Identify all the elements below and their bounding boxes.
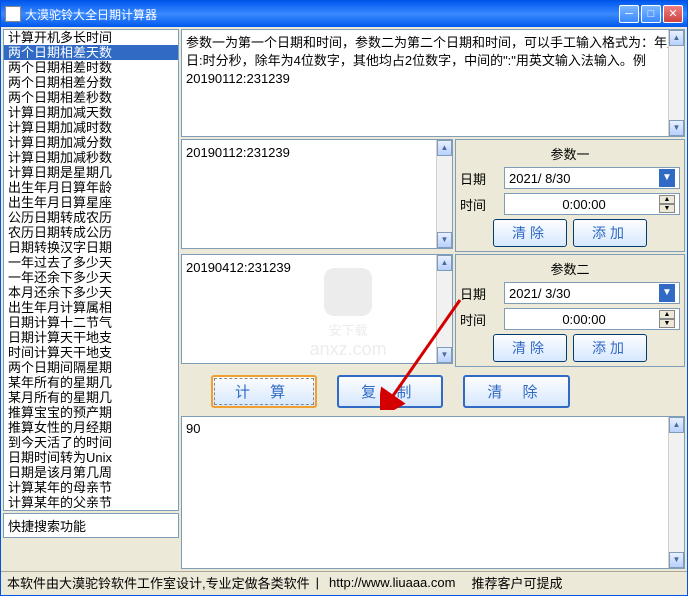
dropdown-icon[interactable]: ▼	[659, 284, 675, 302]
scroll-down-icon[interactable]: ▼	[669, 552, 684, 568]
titlebar: 大漠驼铃大全日期计算器 ─ □ ✕	[1, 1, 687, 27]
param2-clear-button[interactable]: 清除	[493, 334, 567, 362]
sidebar-item[interactable]: 某月所有的星期几	[4, 390, 178, 405]
param1-date-input[interactable]: 2021/ 8/30 ▼	[504, 167, 680, 189]
param1-date-value: 2021/ 8/30	[509, 171, 659, 186]
sidebar-item[interactable]: 日期时间转为Unix	[4, 450, 178, 465]
scrollbar[interactable]: ▲ ▼	[668, 30, 684, 136]
sidebar-item[interactable]: 推算宝宝的预产期	[4, 405, 178, 420]
spin-down-icon[interactable]: ▼	[659, 204, 675, 213]
sidebar-item[interactable]: 计算日期加减时数	[4, 120, 178, 135]
sidebar-item[interactable]: 时间计算天干地支	[4, 345, 178, 360]
sidebar-item[interactable]: 本月还余下多少天	[4, 285, 178, 300]
param1-add-button[interactable]: 添加	[573, 219, 647, 247]
window-title: 大漠驼铃大全日期计算器	[25, 6, 619, 23]
param2-date-input[interactable]: 2021/ 3/30 ▼	[504, 282, 680, 304]
param2-time-input[interactable]: 0:00:00 ▲ ▼	[504, 308, 680, 330]
scroll-down-icon[interactable]: ▼	[437, 347, 452, 363]
param1-title: 参数一	[460, 144, 680, 163]
sidebar-item[interactable]: 两个日期相差天数	[4, 45, 178, 60]
sidebar-item[interactable]: 两个日期相差分数	[4, 75, 178, 90]
sidebar-item[interactable]: 计算开机多长时间	[4, 30, 178, 45]
scroll-down-icon[interactable]: ▼	[437, 232, 452, 248]
date-label: 日期	[460, 284, 500, 303]
param2-value: 20190412:231239	[186, 260, 291, 275]
scrollbar[interactable]: ▲ ▼	[668, 417, 684, 568]
scrollbar[interactable]: ▲ ▼	[436, 140, 452, 248]
result-box[interactable]: 90 ▲ ▼	[181, 416, 685, 569]
description-box: 参数一为第一个日期和时间，参数二为第二个日期和时间，可以手工输入格式为：年月日:…	[181, 29, 685, 137]
function-list[interactable]: 计算开机多长时间两个日期相差天数两个日期相差时数两个日期相差分数两个日期相差秒数…	[3, 29, 179, 511]
status-text1: 本软件由大漠驼铃软件工作室设计,专业定做各类软件	[7, 573, 310, 592]
param2-panel: 参数二 日期 2021/ 3/30 ▼ 时间 0:00:00	[455, 254, 685, 367]
sidebar-item[interactable]: 计算某年的母亲节	[4, 480, 178, 495]
sidebar-item[interactable]: 计算某年的父亲节	[4, 495, 178, 510]
statusbar: 本软件由大漠驼铃软件工作室设计,专业定做各类软件 | http://www.li…	[1, 571, 687, 593]
sidebar-item[interactable]: 出生年月计算属相	[4, 300, 178, 315]
sidebar-item[interactable]: 两个日期间隔星期	[4, 360, 178, 375]
scrollbar[interactable]: ▲ ▼	[436, 255, 452, 363]
result-value: 90	[186, 421, 200, 436]
param1-time-value: 0:00:00	[509, 197, 659, 212]
sidebar-item[interactable]: 日期是该月第几周	[4, 465, 178, 480]
sidebar-item[interactable]: 推算女性的月经期	[4, 420, 178, 435]
time-label: 时间	[460, 195, 500, 214]
param1-textarea[interactable]: 20190112:231239 ▲ ▼	[181, 139, 453, 249]
quick-search[interactable]: 快捷搜索功能	[3, 513, 179, 538]
param1-panel: 参数一 日期 2021/ 8/30 ▼ 时间 0:00:00	[455, 139, 685, 252]
sidebar-item[interactable]: 日期转换汉字日期	[4, 240, 178, 255]
spin-up-icon[interactable]: ▲	[659, 195, 675, 204]
date-label: 日期	[460, 169, 500, 188]
sidebar-item[interactable]: 出生年月日算年龄	[4, 180, 178, 195]
sidebar-item[interactable]: 计算日期加减分数	[4, 135, 178, 150]
sidebar-item[interactable]: 两个日期相差时数	[4, 60, 178, 75]
param2-date-value: 2021/ 3/30	[509, 286, 659, 301]
spin-up-icon[interactable]: ▲	[659, 310, 675, 319]
minimize-button[interactable]: ─	[619, 5, 639, 23]
sidebar-item[interactable]: 两个日期相差秒数	[4, 90, 178, 105]
param1-value: 20190112:231239	[186, 145, 290, 160]
sidebar-item[interactable]: 计算日期加减天数	[4, 105, 178, 120]
clear-button[interactable]: 清 除	[463, 375, 569, 408]
sidebar-item[interactable]: 日期计算天干地支	[4, 330, 178, 345]
calculate-button[interactable]: 计 算	[211, 375, 317, 408]
sidebar-item[interactable]: 出生年月日算星座	[4, 195, 178, 210]
sidebar-item[interactable]: 公历日期转成农历	[4, 210, 178, 225]
param2-title: 参数二	[460, 259, 680, 278]
app-icon	[5, 6, 21, 22]
sidebar-item[interactable]: 某年所有的星期几	[4, 375, 178, 390]
param1-clear-button[interactable]: 清除	[493, 219, 567, 247]
scroll-down-icon[interactable]: ▼	[669, 120, 684, 136]
sidebar-item[interactable]: 日期计算十二节气	[4, 315, 178, 330]
spin-down-icon[interactable]: ▼	[659, 319, 675, 328]
status-text2: 推荐客户可提成	[471, 573, 562, 592]
maximize-button[interactable]: □	[641, 5, 661, 23]
copy-button[interactable]: 复 制	[337, 375, 443, 408]
time-label: 时间	[460, 310, 500, 329]
sidebar-item[interactable]: 农历日期转成公历	[4, 225, 178, 240]
param1-time-input[interactable]: 0:00:00 ▲ ▼	[504, 193, 680, 215]
scroll-up-icon[interactable]: ▲	[669, 30, 684, 46]
description-text: 参数一为第一个日期和时间，参数二为第二个日期和时间，可以手工输入格式为：年月日:…	[186, 35, 680, 86]
param2-textarea[interactable]: 20190412:231239 ▲ ▼	[181, 254, 453, 364]
param2-time-value: 0:00:00	[509, 312, 659, 327]
sidebar-item[interactable]: 计算日期加减秒数	[4, 150, 178, 165]
sidebar-item[interactable]: 计算日期是星期几	[4, 165, 178, 180]
status-url[interactable]: http://www.liuaaa.com	[329, 575, 455, 590]
sidebar-item[interactable]: 一年还余下多少天	[4, 270, 178, 285]
sidebar-item[interactable]: 到今天活了的时间	[4, 435, 178, 450]
sidebar-item[interactable]: 一年过去了多少天	[4, 255, 178, 270]
scroll-up-icon[interactable]: ▲	[437, 255, 452, 271]
param2-add-button[interactable]: 添加	[573, 334, 647, 362]
scroll-up-icon[interactable]: ▲	[669, 417, 684, 433]
close-button[interactable]: ✕	[663, 5, 683, 23]
dropdown-icon[interactable]: ▼	[659, 169, 675, 187]
scroll-up-icon[interactable]: ▲	[437, 140, 452, 156]
